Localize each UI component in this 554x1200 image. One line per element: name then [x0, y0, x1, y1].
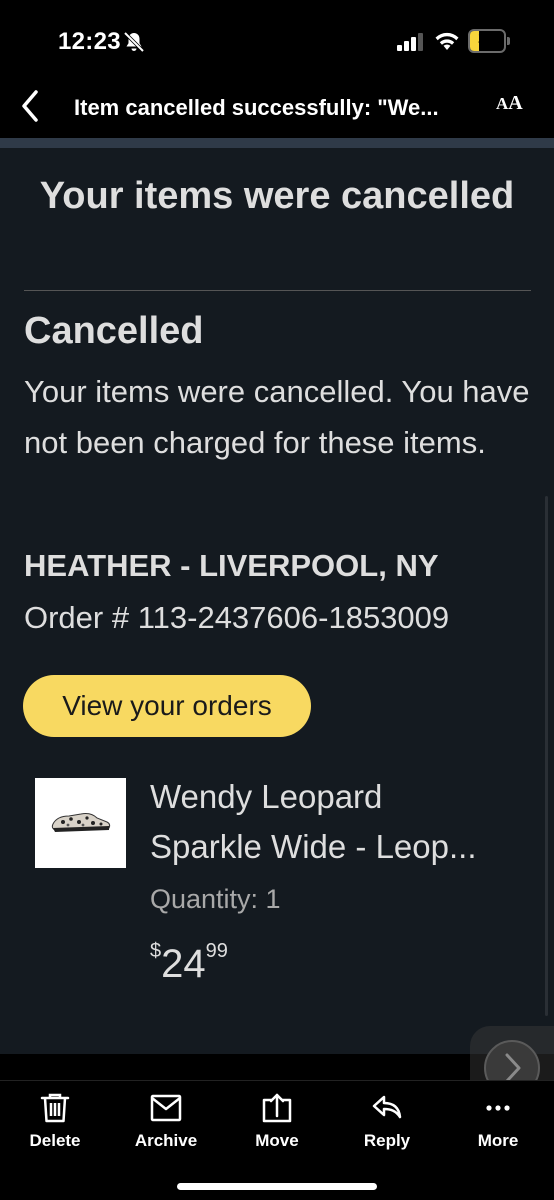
battery-percent: 25: [478, 30, 496, 47]
email-body: Your items were cancelled Cancelled Your…: [0, 148, 554, 1054]
product-name-line-2: Sparkle Wide - Leop...: [150, 828, 477, 865]
more-button[interactable]: More: [453, 1091, 543, 1161]
move-icon: [262, 1093, 292, 1123]
move-button[interactable]: Move: [232, 1091, 322, 1161]
wifi-icon: [435, 32, 459, 50]
bell-muted-icon: [123, 31, 145, 53]
order-status-title: Cancelled: [24, 310, 204, 352]
status-bar: 12:23 25: [0, 0, 554, 80]
home-indicator[interactable]: [177, 1183, 377, 1190]
back-chevron-icon[interactable]: [12, 84, 52, 128]
text-size-button[interactable]: AA: [496, 92, 534, 122]
more-label: More: [477, 1131, 519, 1150]
price-whole: 24: [161, 942, 206, 986]
order-number[interactable]: Order # 113-2437606-1853009: [24, 600, 449, 636]
cellular-signal-icon: [397, 33, 423, 51]
header-divider: [0, 138, 554, 148]
archive-icon: [150, 1094, 182, 1122]
battery-indicator: 25: [468, 29, 510, 53]
email-subject: Item cancelled successfully: "We...: [74, 95, 439, 120]
archive-label: Archive: [134, 1131, 198, 1150]
email-headline: Your items were cancelled: [39, 175, 515, 217]
mail-screen: 12:23 25 Item cancelled successfully: "W…: [0, 0, 554, 1200]
move-label: Move: [255, 1131, 299, 1150]
product-name[interactable]: Wendy Leopard Sparkle Wide - Leop...: [150, 772, 530, 872]
delete-label: Delete: [29, 1131, 81, 1150]
order-status-description: Your items were cancelled. You have not …: [24, 374, 530, 460]
reply-label: Reply: [363, 1131, 411, 1150]
product-name-line-1: Wendy Leopard: [150, 778, 383, 815]
text-size-large-a: A: [508, 92, 523, 114]
product-price: $2499: [150, 938, 228, 990]
archive-button[interactable]: Archive: [121, 1091, 211, 1161]
trash-icon: [40, 1093, 70, 1123]
price-cents: 99: [205, 940, 228, 962]
status-time: 12:23: [58, 28, 121, 55]
product-quantity: Quantity: 1: [150, 884, 281, 914]
reply-icon: [372, 1095, 402, 1119]
delete-button[interactable]: Delete: [10, 1091, 100, 1161]
more-dots-icon: [486, 1105, 510, 1111]
product-image[interactable]: [35, 778, 126, 868]
headline-divider: [24, 290, 531, 291]
navigation-bar: Item cancelled successfully: "We... AA: [0, 80, 554, 136]
battery-tip: [507, 37, 510, 45]
price-currency: $: [150, 940, 162, 962]
reply-button[interactable]: Reply: [342, 1091, 432, 1161]
bottom-toolbar: Delete Archive Move Reply More: [0, 1080, 554, 1200]
view-your-orders-button[interactable]: View your orders: [23, 675, 311, 737]
scroll-indicator: [545, 496, 548, 1016]
text-size-small-a: A: [496, 94, 509, 113]
ship-to-name: HEATHER - LIVERPOOL, NY: [24, 548, 439, 583]
